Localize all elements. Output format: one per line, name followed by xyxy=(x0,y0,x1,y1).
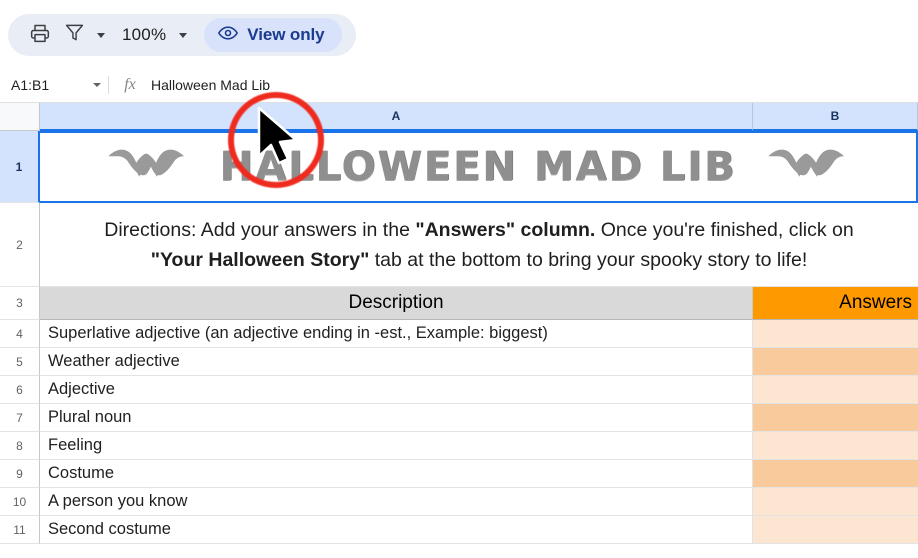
column-header-b[interactable]: B xyxy=(753,103,918,131)
view-only-button[interactable]: View only xyxy=(204,18,343,52)
directions-cell[interactable]: Directions: Add your answers in the "Ans… xyxy=(40,203,918,287)
name-box-chevron-down-icon[interactable] xyxy=(86,83,108,87)
formula-input[interactable]: Halloween Mad Lib xyxy=(151,77,918,93)
spreadsheet-grid: A B 1 HALLOWEEN MAD LIB 2 Directions: Ad… xyxy=(0,103,918,558)
toolbar: 100% View only xyxy=(0,0,918,68)
row-header-1[interactable]: 1 xyxy=(0,131,40,203)
directions-line2-bold: "Your Halloween Story" xyxy=(150,248,370,271)
answer-cell[interactable] xyxy=(753,516,918,544)
print-icon xyxy=(30,23,50,48)
row-header-6[interactable]: 6 xyxy=(0,376,40,404)
filter-button[interactable] xyxy=(58,19,90,51)
answer-cell[interactable] xyxy=(753,460,918,488)
answers-header-label: Answers xyxy=(839,292,912,313)
table-row: 10 A person you know xyxy=(0,488,918,516)
column-header-a[interactable]: A xyxy=(40,103,753,131)
description-cell[interactable]: Costume xyxy=(40,460,753,488)
description-column-header[interactable]: Description xyxy=(40,287,753,320)
table-row: 8 Feeling xyxy=(0,432,918,460)
zoom-chevron-down-icon[interactable] xyxy=(174,19,192,51)
answer-cell[interactable] xyxy=(753,432,918,460)
table-row: 5 Weather adjective xyxy=(0,348,918,376)
name-box-value: A1:B1 xyxy=(11,77,50,93)
eye-icon xyxy=(218,23,239,48)
description-cell[interactable]: Weather adjective xyxy=(40,348,753,376)
row-header-10[interactable]: 10 xyxy=(0,488,40,516)
bat-icon xyxy=(764,143,852,192)
view-only-label: View only xyxy=(247,25,325,44)
spreadsheet-window: 100% View only A1:B1 fx Halloween Mad Li… xyxy=(0,0,918,558)
table-row: 3 Description Answers xyxy=(0,287,918,320)
description-header-label: Description xyxy=(348,292,444,313)
answer-cell[interactable] xyxy=(753,404,918,432)
directions-line2-rest: tab at the bottom to bring your spooky s… xyxy=(369,248,808,271)
row-header-2[interactable]: 2 xyxy=(0,203,40,287)
answer-cell[interactable] xyxy=(753,488,918,516)
fx-icon: fx xyxy=(124,76,136,93)
table-row: 7 Plural noun xyxy=(0,404,918,432)
row-header-9[interactable]: 9 xyxy=(0,460,40,488)
description-cell[interactable]: Superlative adjective (an adjective endi… xyxy=(40,320,753,348)
description-cell[interactable]: Adjective xyxy=(40,376,753,404)
print-button[interactable] xyxy=(24,19,56,51)
title-cell[interactable]: HALLOWEEN MAD LIB xyxy=(40,131,918,203)
row-header-8[interactable]: 8 xyxy=(0,432,40,460)
description-cell[interactable]: Plural noun xyxy=(40,404,753,432)
formula-bar: A1:B1 fx Halloween Mad Lib xyxy=(0,68,918,103)
filter-chevron-down-icon[interactable] xyxy=(92,19,110,51)
answer-cell[interactable] xyxy=(753,348,918,376)
table-row: 6 Adjective xyxy=(0,376,918,404)
description-cell[interactable]: Second costume xyxy=(40,516,753,544)
answers-column-header[interactable]: Answers xyxy=(753,287,918,320)
description-cell[interactable]: A person you know xyxy=(40,488,753,516)
name-box[interactable]: A1:B1 xyxy=(0,68,108,103)
table-row: 9 Costume xyxy=(0,460,918,488)
row-header-11[interactable]: 11 xyxy=(0,516,40,544)
toolbar-pill: 100% View only xyxy=(8,14,357,56)
data-rows: 4 Superlative adjective (an adjective end… xyxy=(0,320,918,544)
answer-cell[interactable] xyxy=(753,320,918,348)
directions-line1-part2: Once you're finished, click on xyxy=(595,218,854,241)
row-header-3[interactable]: 3 xyxy=(0,287,40,320)
directions-line1-bold: "Answers" column. xyxy=(415,218,596,241)
table-row: 2 Directions: Add your answers in the "A… xyxy=(0,203,918,287)
page-title: HALLOWEEN MAD LIB xyxy=(219,144,737,190)
grid-rows: 1 HALLOWEEN MAD LIB 2 Directions: Add yo… xyxy=(0,131,918,544)
filter-icon xyxy=(65,23,84,47)
table-row: 11 Second costume xyxy=(0,516,918,544)
zoom-level-label[interactable]: 100% xyxy=(112,25,172,45)
bat-icon xyxy=(104,143,192,192)
row-header-4[interactable]: 4 xyxy=(0,320,40,348)
table-row: 4 Superlative adjective (an adjective end… xyxy=(0,320,918,348)
table-row: 1 HALLOWEEN MAD LIB xyxy=(0,131,918,203)
row-header-5[interactable]: 5 xyxy=(0,348,40,376)
answer-cell[interactable] xyxy=(753,376,918,404)
description-cell[interactable]: Feeling xyxy=(40,432,753,460)
select-all-corner[interactable] xyxy=(0,103,40,131)
row-header-7[interactable]: 7 xyxy=(0,404,40,432)
column-headers: A B xyxy=(0,103,918,131)
directions-line1-part1: Directions: Add your answers in the xyxy=(104,218,416,241)
